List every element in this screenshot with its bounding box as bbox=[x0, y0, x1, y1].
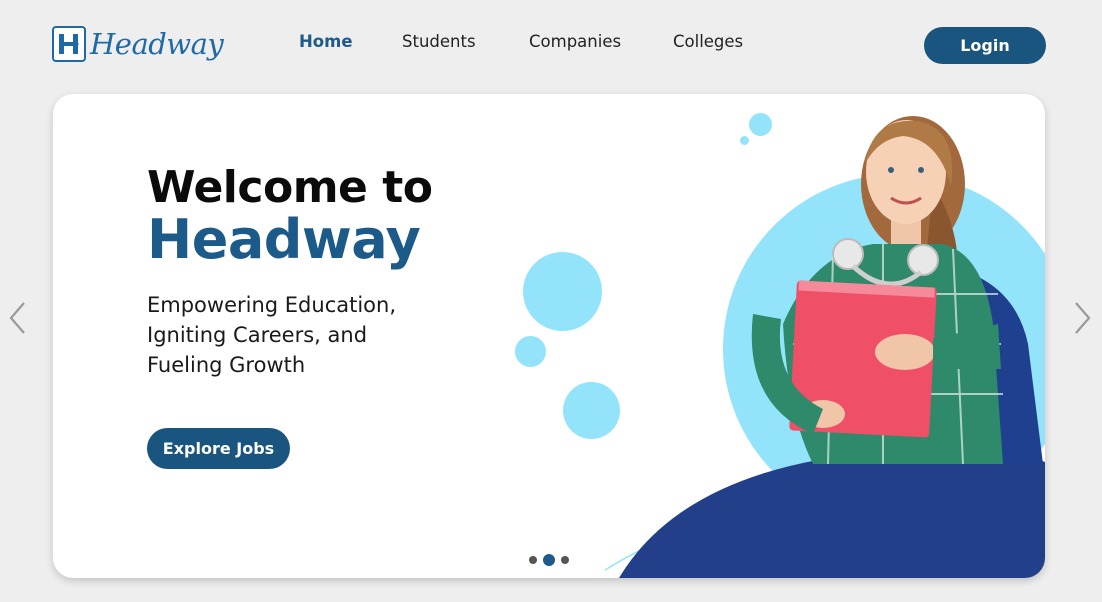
top-navigation-bar: Headway Home Students Companies Colleges… bbox=[0, 0, 1102, 90]
decorative-bubble bbox=[515, 336, 546, 367]
hero-subtitle: Empowering Education, Igniting Careers, … bbox=[147, 293, 397, 377]
brand-name: Headway bbox=[90, 27, 224, 61]
hero-title-line1: Welcome to bbox=[147, 162, 433, 213]
login-button[interactable]: Login bbox=[924, 27, 1046, 64]
brand-logo[interactable]: Headway bbox=[52, 26, 224, 62]
nav-companies[interactable]: Companies bbox=[529, 32, 621, 51]
carousel-dot[interactable] bbox=[529, 556, 537, 564]
carousel-dot-active[interactable] bbox=[543, 554, 555, 566]
nav-students[interactable]: Students bbox=[402, 32, 476, 51]
nav-home[interactable]: Home bbox=[299, 32, 353, 51]
carousel-dot[interactable] bbox=[561, 556, 569, 564]
hero-slide: Welcome to Headway Empowering Education,… bbox=[53, 94, 1045, 578]
decorative-bubble bbox=[749, 113, 772, 136]
decorative-bubble bbox=[563, 382, 620, 439]
h-monogram-icon bbox=[52, 26, 86, 62]
decorative-bubble bbox=[523, 252, 602, 331]
hero-title-line2: Headway bbox=[147, 208, 421, 271]
explore-jobs-button[interactable]: Explore Jobs bbox=[147, 428, 290, 469]
carousel-dots bbox=[529, 554, 569, 566]
chevron-right-icon[interactable] bbox=[1071, 300, 1093, 336]
nav-colleges[interactable]: Colleges bbox=[673, 32, 743, 51]
decorative-bubble bbox=[740, 136, 749, 145]
chevron-left-icon[interactable] bbox=[7, 300, 29, 336]
